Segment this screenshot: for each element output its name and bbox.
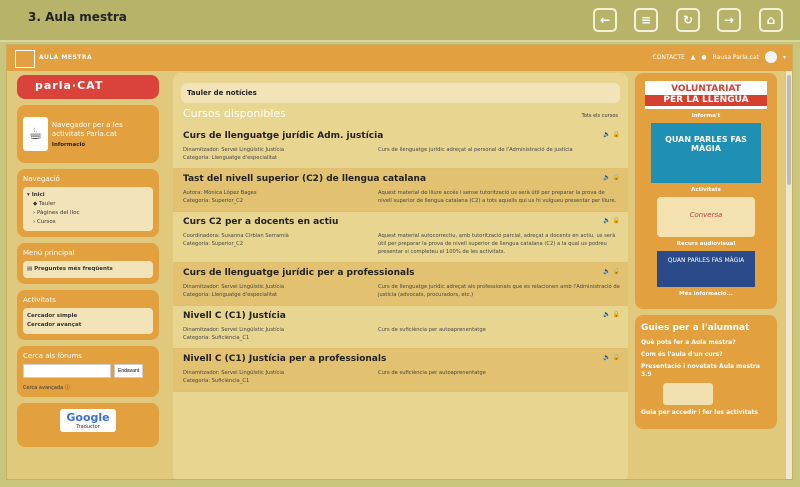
guide-illustration [663,383,713,405]
activities-block: Activitats Cercador simple Cercador avan… [17,290,159,340]
course-meta: Dinamitzador: Servei Lingüístic Justícia… [183,147,284,161]
course-description: Aquest material autocorrectiu, amb tutor… [378,233,616,255]
magic-poster[interactable]: QUAN PARLES FAS MÀGIA [651,123,761,183]
chat-icon[interactable]: ● [701,54,706,61]
news-board-link[interactable]: Tauler de notícies [181,83,620,103]
navigator-info-link[interactable]: Informació [52,142,153,148]
navigator-title: Navegador per a les activitats Parla.cat [51,120,123,138]
guides-block: Guies per a l'alumnat Què pots fer a Aul… [635,315,777,429]
course-title[interactable]: Nivell C (C1) Justícia [183,311,286,321]
course-item: Curs de llenguatge jurídic Adm. justícia… [173,126,628,169]
course-icons: 🔈 🔒 [603,354,620,361]
app-header: AULA MESTRA CONTACTE ▲ ● Rausa Parla.cat… [7,45,792,71]
course-item: Nivell C (C1) Justícia 🔈 🔒 Dinamitzador: S… [173,306,628,349]
course-item: Curs C2 per a docents en actiu 🔈 🔒 Coordin… [173,212,628,263]
right-column: VOLUNTARIAT PER LA LLENGUA Informa't QUA… [635,73,777,429]
forum-search-block: Cerca als fòrums Endavant Cerca avançada… [17,346,159,397]
activities-heading: Activitats [23,296,56,304]
google-logo: Google [66,411,110,424]
course-meta: Dinamitzador: Servei Lingüístic Justícia… [183,327,284,341]
informat-link[interactable]: Informa't [641,113,771,119]
google-translate-block[interactable]: Google Traductor [17,403,159,447]
bell-icon[interactable]: ▲ [691,54,696,61]
more-info-link[interactable]: Més informació... [641,291,771,297]
faq-link[interactable]: ▤ Preguntes més freqüents [23,261,153,278]
forum-search-heading: Cerca als fòrums [23,352,82,360]
page-title: 3. Aula mestra [28,10,127,24]
course-meta: Dinamitzador: Servei Lingüístic Justícia… [183,370,284,384]
course-icons: 🔈 🔒 [603,131,620,138]
course-description: Curs de suficiència per autoaprenentatge [378,327,486,333]
contact-link[interactable]: CONTACTE [653,54,685,61]
voluntariat-banner[interactable]: VOLUNTARIAT PER LA LLENGUA [645,81,767,109]
home-icon[interactable]: ⌂ [759,8,783,32]
nav-item-courses[interactable]: › Cursos [27,218,149,227]
chevron-down-icon[interactable]: ▾ [783,54,786,61]
course-meta: Dinamitzador: Servei Lingüístic Justícia… [183,284,284,298]
avatar[interactable] [764,51,777,63]
nav-item-home[interactable]: ▾ Inici [27,191,149,200]
course-list: Curs de llenguatge jurídic Adm. justícia… [173,126,628,392]
main-menu-heading: Menú principal [23,249,75,257]
forward-arrow-icon[interactable]: → [717,8,741,32]
course-description: Curs de suficiència per autoaprenentatge [378,370,486,376]
user-name[interactable]: Rausa Parla.cat [713,54,759,61]
scrollbar[interactable] [786,71,792,479]
course-title[interactable]: Curs de llenguatge jurídic per a profess… [183,268,415,278]
course-item: Curs de llenguatge jurídic per a profess… [173,263,628,306]
video-thumbnail[interactable]: QUAN PARLES FAS MÀGIA [657,251,755,287]
top-bar: 3. Aula mestra ← ≡ ↻ → ⌂ [0,0,800,42]
conversation-illustration[interactable]: Conversa [657,197,755,237]
course-icons: 🔈 🔒 [603,217,620,224]
nav-item-dashboard[interactable]: ◆ Tauler [27,200,149,209]
guides-heading: Guies per a l'alumnat [641,323,750,333]
recurs-audiovisual-label: Recurs audiovisual [676,241,736,247]
forum-search-button[interactable]: Endavant [114,364,144,378]
brand-name[interactable]: AULA MESTRA [39,54,92,61]
refresh-icon[interactable]: ↻ [676,8,700,32]
nav-item-site-pages[interactable]: › Pàgines del lloc [27,209,149,218]
back-arrow-icon[interactable]: ← [593,8,617,32]
course-item: Tast del nivell superior (C2) de llengua… [173,169,628,212]
course-item: Nivell C (C1) Justícia per a professiona… [173,349,628,392]
navigator-box[interactable]: ☕ Navegador per a les activitats Parla.c… [17,105,159,163]
menu-list-icon[interactable]: ≡ [634,8,658,32]
left-column: parla·CAT ☕ Navegador per a les activita… [17,75,159,453]
courses-heading: Cursos disponibles [183,107,286,120]
guide-link[interactable]: Guia per accedir i fer les activitats [641,409,771,417]
all-courses-link[interactable]: Tots els cursos [582,113,618,120]
forum-search-input[interactable] [23,364,111,378]
aula-mestra-logo-icon[interactable] [15,50,35,68]
course-icons: 🔈 🔒 [603,174,620,181]
navigation-block: Navegació ▾ Inici ◆ Tauler › Pàgines del… [17,169,159,237]
advanced-search-link[interactable]: Cercador avançat [27,321,149,330]
course-title[interactable]: Tast del nivell superior (C2) de llengua… [183,174,426,184]
activitats-link[interactable]: Activitats [641,187,771,193]
main-menu-block: Menú principal ▤ Preguntes més freqüents [17,243,159,284]
google-translate-label: Traductor [76,424,100,430]
advanced-forum-search-link[interactable]: Cerca avançada ⓘ [23,384,153,391]
main-content: Tauler de notícies Cursos disponibles To… [173,73,628,479]
course-description: Aquest material de lliure accés i sense … [378,190,617,204]
navigator-icon: ☕ [23,117,48,151]
course-meta: Autora: Mònica López Bages Categoria: Sup… [183,190,257,204]
course-meta: Coordinadora: Susanna Cirbian Serramià Ca… [183,233,289,247]
browser-frame: AULA MESTRA CONTACTE ▲ ● Rausa Parla.cat… [6,44,793,480]
parla-cat-logo[interactable]: parla·CAT [17,75,159,99]
guide-link[interactable]: Què pots fer a Aula mestra? [641,339,771,347]
voluntariat-block: VOLUNTARIAT PER LA LLENGUA Informa't QUA… [635,73,777,309]
simple-search-link[interactable]: Cercador simple [27,312,149,321]
course-icons: 🔈 🔒 [603,311,620,318]
guide-link[interactable]: Com és l'aula d'un curs? [641,351,771,359]
course-icons: 🔈 🔒 [603,268,620,275]
course-title[interactable]: Curs C2 per a docents en actiu [183,217,338,227]
guide-link[interactable]: Presentació i novetats Aula mestra 3.9 [641,363,771,379]
course-title[interactable]: Nivell C (C1) Justícia per a professiona… [183,354,386,364]
course-description: Curs de llenguatge jurídic adreçat al pe… [378,147,573,153]
course-title[interactable]: Curs de llenguatge jurídic Adm. justícia [183,131,383,141]
course-description: Curs de llenguatge jurídic adreçat als p… [378,284,620,298]
navigation-heading: Navegació [23,175,60,183]
